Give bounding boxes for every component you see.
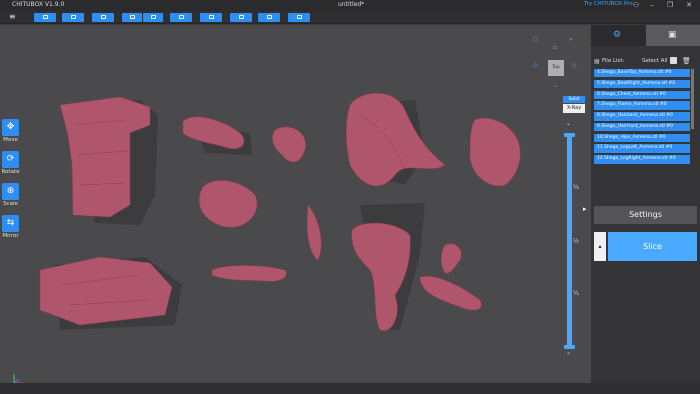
slider-mark-three-quarter: ¾ [573,184,579,191]
view-right-icon[interactable]: ◇ [572,62,577,69]
rotate-tool[interactable]: ⟳ Rotate [1,151,20,175]
save-button[interactable] [62,13,84,22]
side-panel: ⚙ ▣ ▤ File List: Select All 🗑 4.Shego_Ba… [591,25,700,383]
toolbar: ≡ [0,11,700,24]
file-icon: ▤ [594,58,600,65]
model-flame [306,204,322,261]
document-title: untitled* [338,1,365,8]
gear-icon: ⚙ [613,30,622,40]
minimize-icon[interactable]: – [645,0,659,11]
scale-label: Scale [3,201,18,207]
model-canvas[interactable] [0,25,591,383]
move-tool[interactable]: ✥ Move [1,119,20,143]
menu-icon[interactable]: ≡ [9,12,16,21]
list-item[interactable]: 5.Shego_BootRight_Asmena.stl #0 [594,79,690,89]
rotate-label: Rotate [1,169,20,175]
cube-icon: ▣ [668,30,677,40]
model-rock-base [39,256,173,326]
list-item[interactable]: 11.Shego_LegLeft_Asmena.stl #0 [594,144,690,153]
slider-down-icon[interactable]: ⌄ [566,120,571,127]
move-label: Move [3,137,18,143]
slice-options-toggle[interactable]: ▴ [594,232,606,261]
view-up-arrow-icon[interactable]: ⬡ [533,36,538,43]
model-head [345,93,446,187]
machine-settings-button[interactable] [92,13,114,22]
file-list-label: File List: [602,58,625,64]
model-arm-left [211,265,287,282]
model-arm-piece [182,116,245,150]
tab-model-library[interactable]: ▣ [646,25,700,46]
select-all-checkbox[interactable] [670,57,677,64]
3d-viewport[interactable]: ✥ Move ⟳ Rotate ⊕ Scale ⇆ Mirror [0,25,591,384]
slider-mark-half: ½ [573,238,579,245]
xray-view-button[interactable]: X-Ray [563,104,585,113]
list-item[interactable]: 10.Shego_Hips_Asmena.stl #0 [594,133,690,143]
slice-button[interactable]: Slice [608,232,697,261]
model-hand [440,243,462,274]
open-file-button[interactable] [34,13,56,22]
model-hair-piece [272,126,307,163]
mirror-label: Mirror [2,233,19,239]
try-pro-link[interactable]: Try CHITUBOX Pro [584,1,633,7]
select-all-label[interactable]: Select All [642,58,668,64]
list-item[interactable]: 4.Shego_BaseTop_Asmena.stl #0 [594,69,690,78]
print-button[interactable] [288,13,310,22]
view-front-icon[interactable]: ⌂ [553,44,557,51]
status-bar [0,383,700,394]
account-icon[interactable]: ⚇ [629,0,643,11]
model-hips [198,180,258,228]
scale-tool[interactable]: ⊕ Scale [1,183,20,207]
layer-slider[interactable] [567,136,572,348]
scale-icon: ⊕ [2,183,19,200]
maximize-icon[interactable]: ❐ [663,0,677,11]
list-item[interactable]: 9.Shego_Hairfront_Asmena.stl #0 [594,122,690,132]
title-bar: CHITUBOX V1.9.0 untitled* Try CHITUBOX P… [0,0,700,11]
model-forearm [419,275,482,311]
list-item[interactable]: 7.Shego_Flame_Asmena.stl #0 [594,101,690,110]
layout-button[interactable] [170,13,192,22]
slider-top-handle[interactable] [564,133,575,137]
view-bottom-icon[interactable]: ⌄ [553,82,558,89]
hollow-button[interactable] [200,13,222,22]
support-button[interactable] [258,13,280,22]
list-item[interactable]: 12.Shego_LegRight_Asmena.stl #0 [594,155,690,164]
file-list[interactable]: 4.Shego_BaseTop_Asmena.stl #0 5.Shego_Bo… [594,69,690,219]
redo-button[interactable] [143,13,163,22]
list-item[interactable]: 6.Shego_Chest_Asmena.stl #0 [594,90,690,99]
file-list-header: ▤ File List: Select All 🗑 [594,57,698,67]
model-chest [469,117,521,187]
close-icon[interactable]: ✕ [682,0,696,11]
view-left-icon[interactable]: ◇ [533,62,538,69]
drill-button[interactable] [230,13,252,22]
view-rotate-icon[interactable]: « [569,36,573,43]
list-item[interactable]: 8.Shego_Hairback_Asmena.stl #0 [594,112,690,121]
rotate-icon: ⟳ [2,151,19,168]
view-cube[interactable]: Top [548,60,564,76]
settings-button[interactable]: Settings [594,206,697,224]
solid-view-button[interactable]: Solid [563,96,585,103]
move-icon: ✥ [2,119,19,136]
file-list-scrollbar[interactable] [691,69,694,129]
slider-bottom-handle[interactable] [564,345,575,349]
panel-collapse-icon[interactable]: ▸ [583,205,591,217]
tab-object-settings[interactable]: ⚙ [591,25,646,46]
mirror-icon: ⇆ [2,215,19,232]
app-title: CHITUBOX V1.9.0 [12,1,65,8]
mirror-tool[interactable]: ⇆ Mirror [1,215,20,239]
trash-icon[interactable]: 🗑 [682,57,691,65]
slider-up-icon[interactable]: ⌃ [566,352,571,359]
undo-button[interactable] [122,13,142,22]
slider-mark-quarter: ¼ [573,290,579,297]
